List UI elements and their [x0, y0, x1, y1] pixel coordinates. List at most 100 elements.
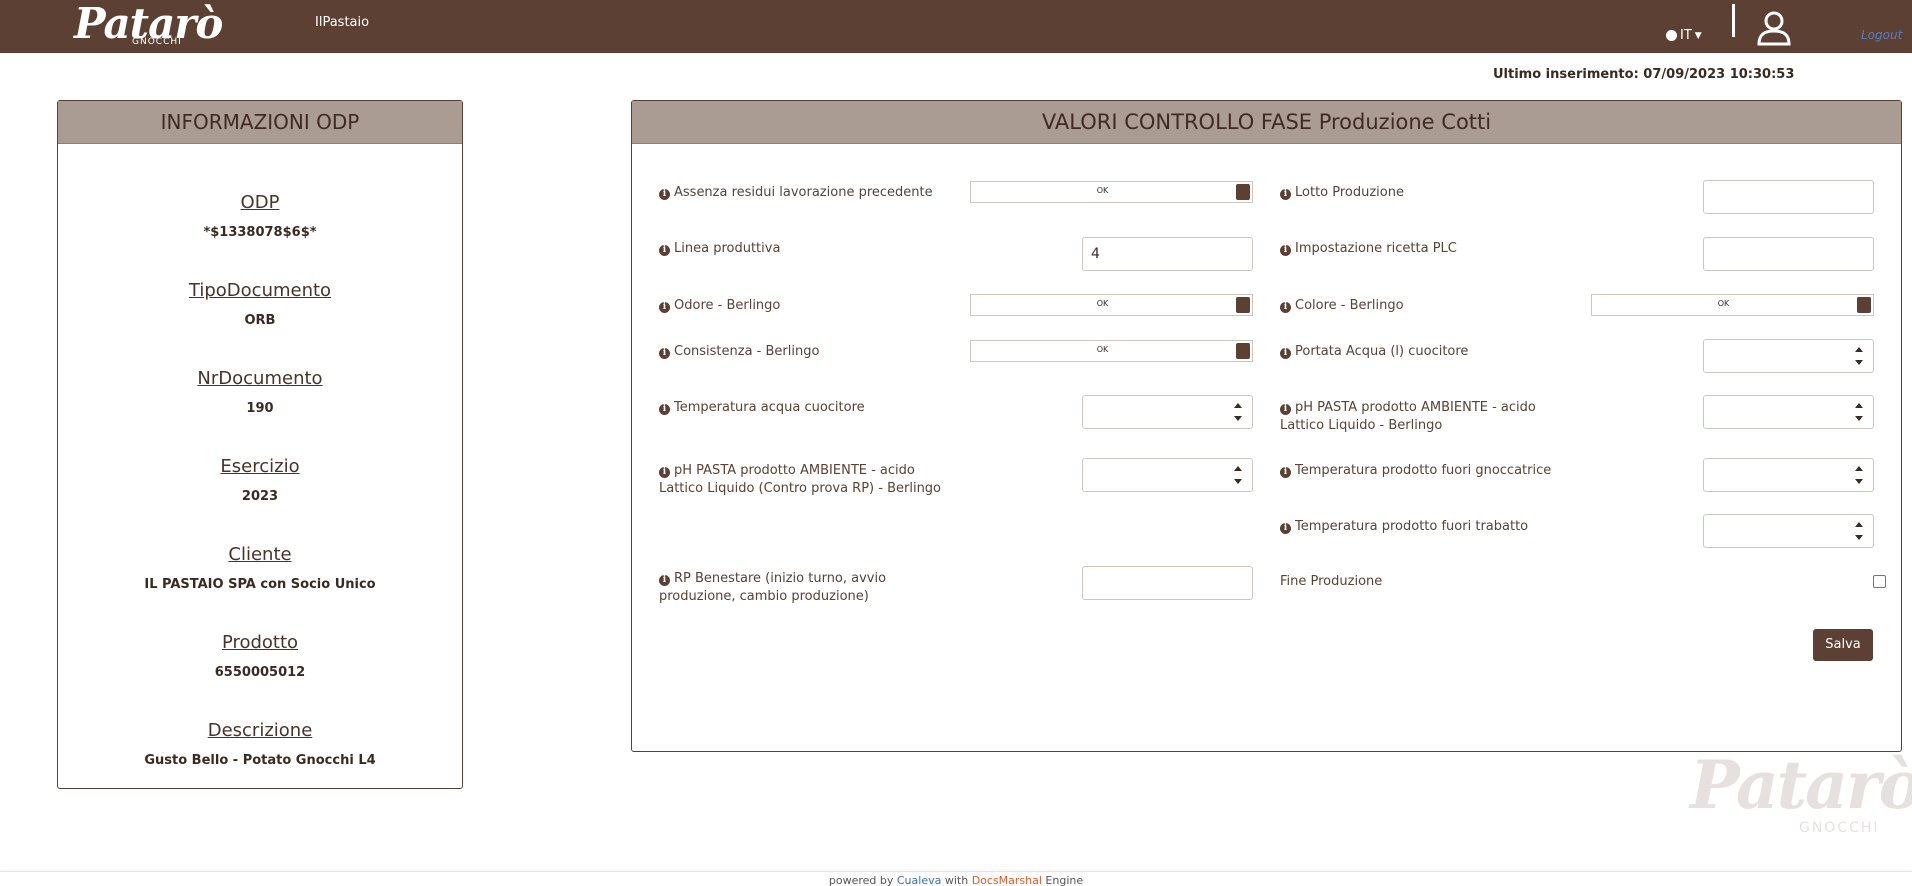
- info-icon[interactable]: i: [1280, 404, 1291, 415]
- info-icon[interactable]: i: [1280, 189, 1291, 200]
- control-values-panel: VALORI CONTROLLO FASE Produzione Cotti i…: [631, 100, 1902, 752]
- info-icon[interactable]: i: [659, 467, 670, 478]
- watermark-wordmark: Patarò: [1690, 746, 1912, 824]
- number-input-ph-pasta[interactable]: [1703, 395, 1874, 429]
- watermark-subtitle: GNOCCHI: [1799, 820, 1880, 836]
- info-label: Cliente: [228, 544, 292, 565]
- logout-link[interactable]: Logout: [1861, 28, 1902, 42]
- info-value: ORB: [244, 313, 276, 328]
- language-label: IT: [1680, 28, 1692, 43]
- language-dropdown[interactable]: IT ▼: [1666, 28, 1702, 43]
- field-label-portata-acqua: i Portata Acqua (l) cuocitore: [1280, 343, 1468, 361]
- toggle-consistenza[interactable]: OK: [970, 340, 1253, 362]
- toggle-knob[interactable]: [1236, 184, 1250, 200]
- last-insert-timestamp: Ultimo inserimento: 07/09/2023 10:30:53: [1493, 67, 1795, 82]
- toggle-colore[interactable]: OK: [1591, 294, 1874, 316]
- number-input-ph-contro-prova[interactable]: [1082, 458, 1253, 492]
- info-icon[interactable]: i: [659, 404, 670, 415]
- info-label: TipoDocumento: [188, 280, 332, 301]
- toggle-value: OK: [1096, 299, 1109, 308]
- toggle-value: OK: [1096, 345, 1109, 354]
- odp-panel-header: INFORMAZIONI ODP: [58, 101, 462, 144]
- globe-icon: [1666, 30, 1677, 41]
- patarò-logo[interactable]: Patarò GNOCCHI: [74, 0, 223, 50]
- info-label: Prodotto: [221, 632, 299, 653]
- field-label-fine-produzione: Fine Produzione: [1280, 574, 1383, 589]
- field-label-lotto: i Lotto Produzione: [1280, 184, 1404, 202]
- number-input-temp-gnoccatrice[interactable]: [1703, 458, 1874, 492]
- info-icon[interactable]: i: [1280, 348, 1291, 359]
- info-item-tipodocumento: TipoDocumento ORB: [58, 280, 462, 328]
- info-item-cliente: Cliente IL PASTAIO SPA con Socio Unico: [58, 544, 462, 592]
- field-label-ricetta-plc: i Impostazione ricetta PLC: [1280, 240, 1457, 258]
- spinner-icon[interactable]: [1855, 520, 1863, 542]
- field-label-temp-trabatto: i Temperatura prodotto fuori trabatto: [1280, 518, 1528, 536]
- save-button[interactable]: Salva: [1813, 629, 1873, 661]
- odp-panel-title: INFORMAZIONI ODP: [160, 110, 360, 134]
- field-label-assenza-residui: i Assenza residui lavorazione precedente: [659, 184, 933, 202]
- caret-down-icon: ▼: [1694, 30, 1702, 41]
- info-value: 6550005012: [214, 665, 306, 680]
- info-icon[interactable]: i: [659, 575, 670, 586]
- info-icon[interactable]: i: [1280, 245, 1291, 256]
- number-input-temp-trabatto[interactable]: [1703, 514, 1874, 548]
- footer-suffix: Engine: [1041, 874, 1084, 886]
- control-panel-title: VALORI CONTROLLO FASE Produzione Cotti: [1041, 110, 1492, 134]
- input-rp-benestare[interactable]: [1082, 566, 1253, 600]
- info-value: 190: [246, 401, 274, 416]
- info-icon[interactable]: i: [659, 302, 670, 313]
- info-icon[interactable]: i: [1280, 523, 1291, 534]
- toggle-knob[interactable]: [1236, 343, 1250, 359]
- field-label-ph-pasta: i pH PASTA prodotto AMBIENTE - acido Latt…: [1280, 400, 1536, 433]
- info-label: Descrizione: [207, 720, 313, 741]
- footer-company-link[interactable]: Cualeva: [897, 874, 941, 886]
- logo-subtitle: GNOCCHI: [132, 37, 182, 47]
- spinner-icon[interactable]: [1855, 401, 1863, 423]
- field-label-ph-contro-prova: i pH PASTA prodotto AMBIENTE - acido Latt…: [659, 463, 942, 496]
- info-icon[interactable]: i: [1280, 467, 1291, 478]
- footer-divider: [0, 871, 1912, 872]
- info-icon[interactable]: i: [1280, 302, 1291, 313]
- field-label-odore: i Odore - Berlingo: [659, 297, 780, 315]
- odp-info-panel: INFORMAZIONI ODP ODP *$1338078$6$* TipoD…: [57, 100, 463, 789]
- user-icon[interactable]: [1757, 10, 1791, 46]
- spinner-icon[interactable]: [1855, 464, 1863, 486]
- spinner-icon[interactable]: [1234, 464, 1242, 486]
- info-label: NrDocumento: [197, 368, 323, 389]
- field-label-rp-benestare: i RP Benestare (inizio turno, avvio produ…: [659, 571, 887, 604]
- toggle-assenza-residui[interactable]: OK: [970, 181, 1253, 203]
- spinner-icon[interactable]: [1234, 401, 1242, 423]
- number-input-portata-acqua[interactable]: [1703, 339, 1874, 373]
- info-icon[interactable]: i: [659, 189, 670, 200]
- info-label: ODP: [240, 192, 280, 213]
- patarò-watermark-logo: Patarò GNOCCHI: [1690, 748, 1912, 838]
- toggle-odore[interactable]: OK: [970, 294, 1253, 316]
- toggle-knob[interactable]: [1857, 297, 1871, 313]
- info-value: *$1338078$6$*: [203, 225, 317, 240]
- spinner-icon[interactable]: [1855, 345, 1863, 367]
- input-linea-produttiva[interactable]: 4: [1082, 237, 1253, 271]
- footer-prefix: powered by: [828, 874, 897, 886]
- footer-middle: with: [941, 874, 972, 886]
- info-item-esercizio: Esercizio 2023: [58, 456, 462, 504]
- toggle-knob[interactable]: [1236, 297, 1250, 313]
- footer-engine-link[interactable]: DocsMarshal: [972, 874, 1042, 886]
- info-item-odp: ODP *$1338078$6$*: [58, 192, 462, 240]
- field-label-temp-acqua: i Temperatura acqua cuocitore: [659, 399, 865, 417]
- input-ricetta-plc[interactable]: [1703, 237, 1874, 271]
- info-icon[interactable]: i: [659, 245, 670, 256]
- number-input-temp-acqua[interactable]: [1082, 395, 1253, 429]
- navbar-divider: [1732, 4, 1735, 37]
- toggle-value: OK: [1717, 299, 1730, 308]
- field-label-consistenza: i Consistenza - Berlingo: [659, 343, 819, 361]
- info-item-descrizione: Descrizione Gusto Bello - Potato Gnocchi…: [58, 720, 462, 768]
- checkbox-fine-produzione[interactable]: [1873, 575, 1886, 588]
- control-panel-header: VALORI CONTROLLO FASE Produzione Cotti: [632, 101, 1901, 144]
- brand-link[interactable]: IlPastaio: [315, 15, 369, 30]
- info-icon[interactable]: i: [659, 348, 670, 359]
- field-label-linea-produttiva: i Linea produttiva: [659, 240, 780, 258]
- info-item-prodotto: Prodotto 6550005012: [58, 632, 462, 680]
- info-value: Gusto Bello - Potato Gnocchi L4: [144, 753, 376, 768]
- input-lotto-produzione[interactable]: [1703, 180, 1874, 214]
- field-label-colore: i Colore - Berlingo: [1280, 297, 1404, 315]
